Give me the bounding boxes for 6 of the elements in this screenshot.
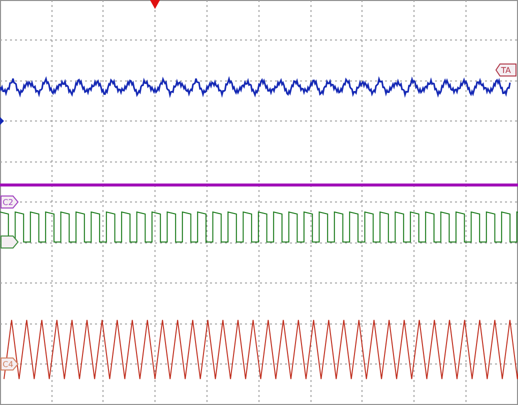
channel-marker[interactable]: C2 xyxy=(0,196,19,208)
trigger-marker-icon[interactable] xyxy=(150,0,160,9)
offset-marker-icon[interactable] xyxy=(0,117,4,125)
channel-marker[interactable]: C4 xyxy=(0,358,19,370)
channel-marker[interactable] xyxy=(0,236,19,248)
channel-marker[interactable]: TA xyxy=(495,64,516,76)
